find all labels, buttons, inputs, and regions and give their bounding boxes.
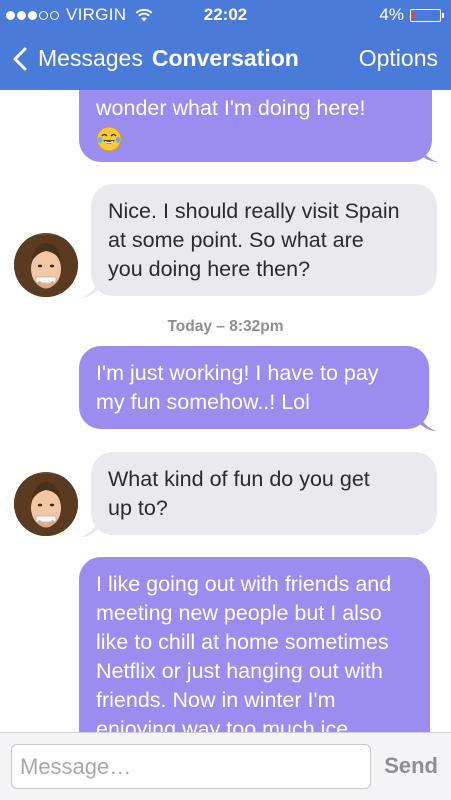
message-line: my fun somehow..! Lol xyxy=(96,390,310,414)
message-composer: Send xyxy=(0,732,451,800)
message-line: like to chill at home sometimes xyxy=(96,630,389,654)
bubble-tail xyxy=(420,144,438,162)
battery-icon xyxy=(410,8,444,22)
bubble-tail xyxy=(419,413,437,431)
options-button[interactable]: Options xyxy=(359,45,438,72)
avatar-image xyxy=(14,233,78,297)
avatar-image xyxy=(14,472,78,536)
avatar[interactable] xyxy=(14,472,78,536)
bubble-tail xyxy=(80,280,98,298)
back-button[interactable]: Messages Conversation xyxy=(12,45,299,72)
message-line: at some point. So what are xyxy=(108,228,364,252)
incoming-message[interactable]: Nice. I should really visit Spain at som… xyxy=(91,184,437,296)
message-line: wonder what I'm doing here! xyxy=(96,96,366,120)
message-thread[interactable]: wonder what I'm doing here! Nice. I shou… xyxy=(0,90,451,732)
send-button[interactable]: Send xyxy=(384,753,438,779)
chevron-left-icon xyxy=(13,47,27,70)
battery-percent: 4% xyxy=(379,5,404,24)
status-right: 4% xyxy=(379,5,444,25)
message-input[interactable] xyxy=(11,744,371,789)
avatar[interactable] xyxy=(14,233,78,297)
outgoing-message[interactable]: I like going out with friends and meetin… xyxy=(79,557,430,732)
message-line: I'm just working! I have to pay xyxy=(96,361,379,385)
message-line: up to? xyxy=(108,496,168,520)
message-line: you doing here then? xyxy=(108,257,311,281)
message-line: Nice. I should really visit Spain xyxy=(108,199,400,223)
timestamp-time: 8:32pm xyxy=(229,318,284,335)
incoming-message[interactable]: What kind of fun do you get up to? xyxy=(91,452,437,535)
message-line: enjoying way too much ice xyxy=(96,717,349,732)
message-timestamp: Today – 8:32pm xyxy=(0,318,451,336)
timestamp-day: Today xyxy=(167,318,212,335)
back-label: Messages xyxy=(38,45,143,71)
message-line: meeting new people but I also xyxy=(96,601,382,625)
message-line: Netflix or just hanging out with xyxy=(96,659,383,683)
battery-level xyxy=(412,10,414,20)
face-with-tears-of-joy-icon xyxy=(96,126,122,152)
message-line: I like going out with friends and xyxy=(96,572,392,596)
outgoing-message[interactable]: wonder what I'm doing here! xyxy=(79,90,432,162)
status-bar: VIRGIN 22:02 4% xyxy=(0,0,451,30)
message-line: friends. Now in winter I'm xyxy=(96,688,336,712)
timestamp-separator: – xyxy=(211,318,230,335)
outgoing-message[interactable]: I'm just working! I have to pay my fun s… xyxy=(79,346,429,429)
message-line: What kind of fun do you get xyxy=(108,467,370,491)
bubble-tail xyxy=(80,519,98,537)
navigation-bar: Messages Conversation Options xyxy=(0,30,451,90)
page-title: Conversation xyxy=(151,45,299,71)
